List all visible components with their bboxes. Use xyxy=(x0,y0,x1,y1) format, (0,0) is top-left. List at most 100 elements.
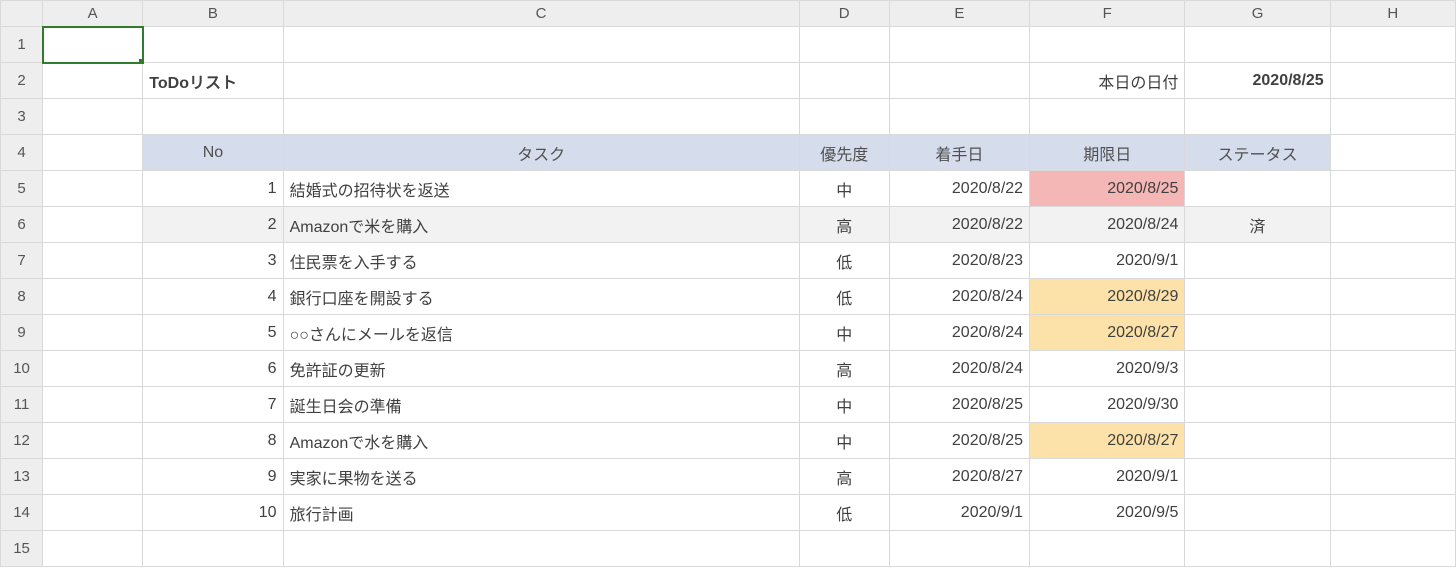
task-priority[interactable]: 低 xyxy=(799,495,889,531)
task-status[interactable] xyxy=(1185,423,1330,459)
task-priority[interactable]: 中 xyxy=(799,423,889,459)
today-value[interactable]: 2020/8/25 xyxy=(1185,63,1330,99)
task-no[interactable]: 7 xyxy=(143,387,283,423)
cell-H6[interactable] xyxy=(1330,207,1455,243)
task-due[interactable]: 2020/8/24 xyxy=(1030,207,1185,243)
task-name[interactable]: 誕生日会の準備 xyxy=(283,387,799,423)
cell-E1[interactable] xyxy=(889,27,1029,63)
row-header-1[interactable]: 1 xyxy=(1,27,43,63)
cell-A11[interactable] xyxy=(43,387,143,423)
task-name[interactable]: 結婚式の招待状を返送 xyxy=(283,171,799,207)
task-no[interactable]: 1 xyxy=(143,171,283,207)
row-header-14[interactable]: 14 xyxy=(1,495,43,531)
task-priority[interactable]: 高 xyxy=(799,459,889,495)
cell-H5[interactable] xyxy=(1330,171,1455,207)
task-name[interactable]: Amazonで米を購入 xyxy=(283,207,799,243)
cell-B1[interactable] xyxy=(143,27,283,63)
column-header-B[interactable]: B xyxy=(143,1,283,27)
th-status[interactable]: ステータス xyxy=(1185,135,1330,171)
task-due[interactable]: 2020/8/29 xyxy=(1030,279,1185,315)
cell-B3[interactable] xyxy=(143,99,283,135)
cell-H14[interactable] xyxy=(1330,495,1455,531)
cell-A9[interactable] xyxy=(43,315,143,351)
cell-G3[interactable] xyxy=(1185,99,1330,135)
cell-A6[interactable] xyxy=(43,207,143,243)
cell-H11[interactable] xyxy=(1330,387,1455,423)
row-header-10[interactable]: 10 xyxy=(1,351,43,387)
task-no[interactable]: 4 xyxy=(143,279,283,315)
task-priority[interactable]: 低 xyxy=(799,279,889,315)
task-no[interactable]: 5 xyxy=(143,315,283,351)
cell-D15[interactable] xyxy=(799,531,889,567)
column-header-H[interactable]: H xyxy=(1330,1,1455,27)
task-due[interactable]: 2020/9/5 xyxy=(1030,495,1185,531)
cell-A14[interactable] xyxy=(43,495,143,531)
cell-G15[interactable] xyxy=(1185,531,1330,567)
cell-E2[interactable] xyxy=(889,63,1029,99)
cell-D2[interactable] xyxy=(799,63,889,99)
cell-H12[interactable] xyxy=(1330,423,1455,459)
task-start[interactable]: 2020/8/22 xyxy=(889,171,1029,207)
cell-H8[interactable] xyxy=(1330,279,1455,315)
today-label[interactable]: 本日の日付 xyxy=(1030,63,1185,99)
task-no[interactable]: 8 xyxy=(143,423,283,459)
cell-H15[interactable] xyxy=(1330,531,1455,567)
column-header-E[interactable]: E xyxy=(889,1,1029,27)
row-header-15[interactable]: 15 xyxy=(1,531,43,567)
task-no[interactable]: 2 xyxy=(143,207,283,243)
task-due[interactable]: 2020/9/3 xyxy=(1030,351,1185,387)
cell-A2[interactable] xyxy=(43,63,143,99)
cell-H1[interactable] xyxy=(1330,27,1455,63)
task-status[interactable] xyxy=(1185,243,1330,279)
cell-A15[interactable] xyxy=(43,531,143,567)
row-header-8[interactable]: 8 xyxy=(1,279,43,315)
task-status[interactable] xyxy=(1185,351,1330,387)
task-start[interactable]: 2020/8/25 xyxy=(889,387,1029,423)
cell-F3[interactable] xyxy=(1030,99,1185,135)
task-start[interactable]: 2020/8/22 xyxy=(889,207,1029,243)
cell-A10[interactable] xyxy=(43,351,143,387)
cell-H7[interactable] xyxy=(1330,243,1455,279)
cell-A5[interactable] xyxy=(43,171,143,207)
task-priority[interactable]: 中 xyxy=(799,387,889,423)
task-name[interactable]: 銀行口座を開設する xyxy=(283,279,799,315)
cell-H2[interactable] xyxy=(1330,63,1455,99)
cell-H3[interactable] xyxy=(1330,99,1455,135)
cell-C1[interactable] xyxy=(283,27,799,63)
cell-A7[interactable] xyxy=(43,243,143,279)
task-name[interactable]: 住民票を入手する xyxy=(283,243,799,279)
column-header-C[interactable]: C xyxy=(283,1,799,27)
cell-H9[interactable] xyxy=(1330,315,1455,351)
task-due[interactable]: 2020/9/30 xyxy=(1030,387,1185,423)
task-status[interactable]: 済 xyxy=(1185,207,1330,243)
task-priority[interactable]: 中 xyxy=(799,315,889,351)
task-no[interactable]: 3 xyxy=(143,243,283,279)
task-due[interactable]: 2020/8/25 xyxy=(1030,171,1185,207)
task-due[interactable]: 2020/9/1 xyxy=(1030,243,1185,279)
th-task[interactable]: タスク xyxy=(283,135,799,171)
cell-A12[interactable] xyxy=(43,423,143,459)
cell-E15[interactable] xyxy=(889,531,1029,567)
task-name[interactable]: 実家に果物を送る xyxy=(283,459,799,495)
row-header-12[interactable]: 12 xyxy=(1,423,43,459)
cell-A4[interactable] xyxy=(43,135,143,171)
task-name[interactable]: ○○さんにメールを返信 xyxy=(283,315,799,351)
task-status[interactable] xyxy=(1185,459,1330,495)
task-due[interactable]: 2020/8/27 xyxy=(1030,423,1185,459)
th-due[interactable]: 期限日 xyxy=(1030,135,1185,171)
cell-F1[interactable] xyxy=(1030,27,1185,63)
task-status[interactable] xyxy=(1185,495,1330,531)
todo-title[interactable]: ToDoリスト xyxy=(143,63,283,99)
cell-H4[interactable] xyxy=(1330,135,1455,171)
column-header-F[interactable]: F xyxy=(1030,1,1185,27)
task-name[interactable]: 免許証の更新 xyxy=(283,351,799,387)
column-header-G[interactable]: G xyxy=(1185,1,1330,27)
task-priority[interactable]: 高 xyxy=(799,351,889,387)
task-status[interactable] xyxy=(1185,315,1330,351)
task-priority[interactable]: 低 xyxy=(799,243,889,279)
task-due[interactable]: 2020/8/27 xyxy=(1030,315,1185,351)
task-status[interactable] xyxy=(1185,387,1330,423)
task-priority[interactable]: 高 xyxy=(799,207,889,243)
cell-C3[interactable] xyxy=(283,99,799,135)
row-header-11[interactable]: 11 xyxy=(1,387,43,423)
